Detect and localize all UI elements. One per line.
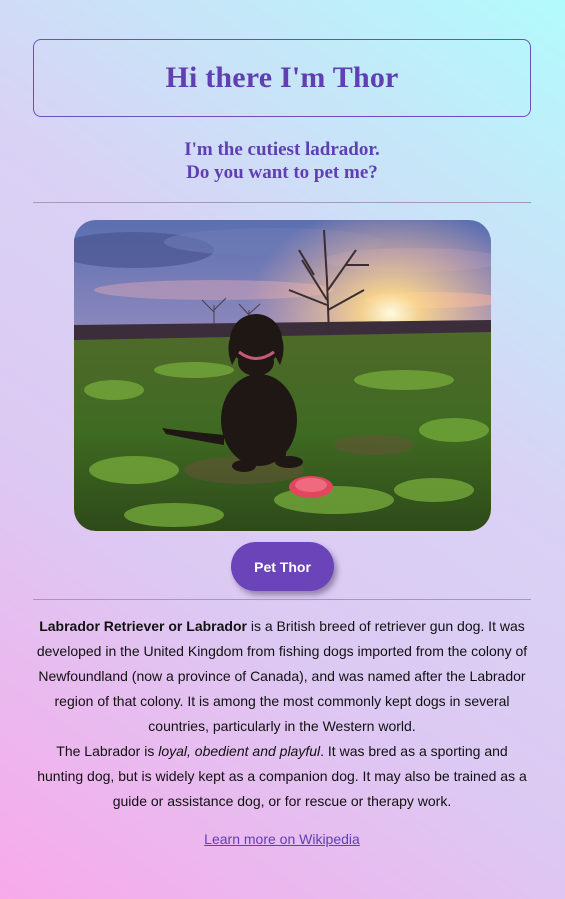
description-p1-text: is a British breed of retriever gun dog.… (36, 618, 528, 734)
intro-text: I'm the cutiest ladrador. Do you want to… (33, 138, 531, 184)
description-paragraph-2: The Labrador is loyal, obedient and play… (33, 739, 531, 814)
pet-thor-button[interactable]: Pet Thor (231, 542, 334, 591)
dog-photo (74, 220, 491, 531)
page: Hi there I'm Thor I'm the cutiest ladrad… (0, 0, 565, 899)
description-p2-start: The Labrador is (56, 743, 159, 759)
temperament-text: loyal, obedient and playful (158, 743, 321, 759)
description-paragraph-1: Labrador Retriever or Labrador is a Brit… (33, 614, 531, 739)
breed-name: Labrador Retriever or Labrador (39, 618, 247, 634)
intro-line-1: I'm the cutiest ladrador. (184, 139, 380, 160)
title-box: Hi there I'm Thor (33, 39, 531, 117)
wikipedia-link-container: Learn more on Wikipedia (33, 829, 531, 849)
divider-top (33, 202, 531, 203)
divider-bottom (33, 599, 531, 600)
intro-line-2: Do you want to pet me? (186, 162, 378, 183)
page-title: Hi there I'm Thor (165, 61, 399, 94)
breed-description: Labrador Retriever or Labrador is a Brit… (33, 614, 531, 814)
wikipedia-link[interactable]: Learn more on Wikipedia (204, 831, 360, 847)
